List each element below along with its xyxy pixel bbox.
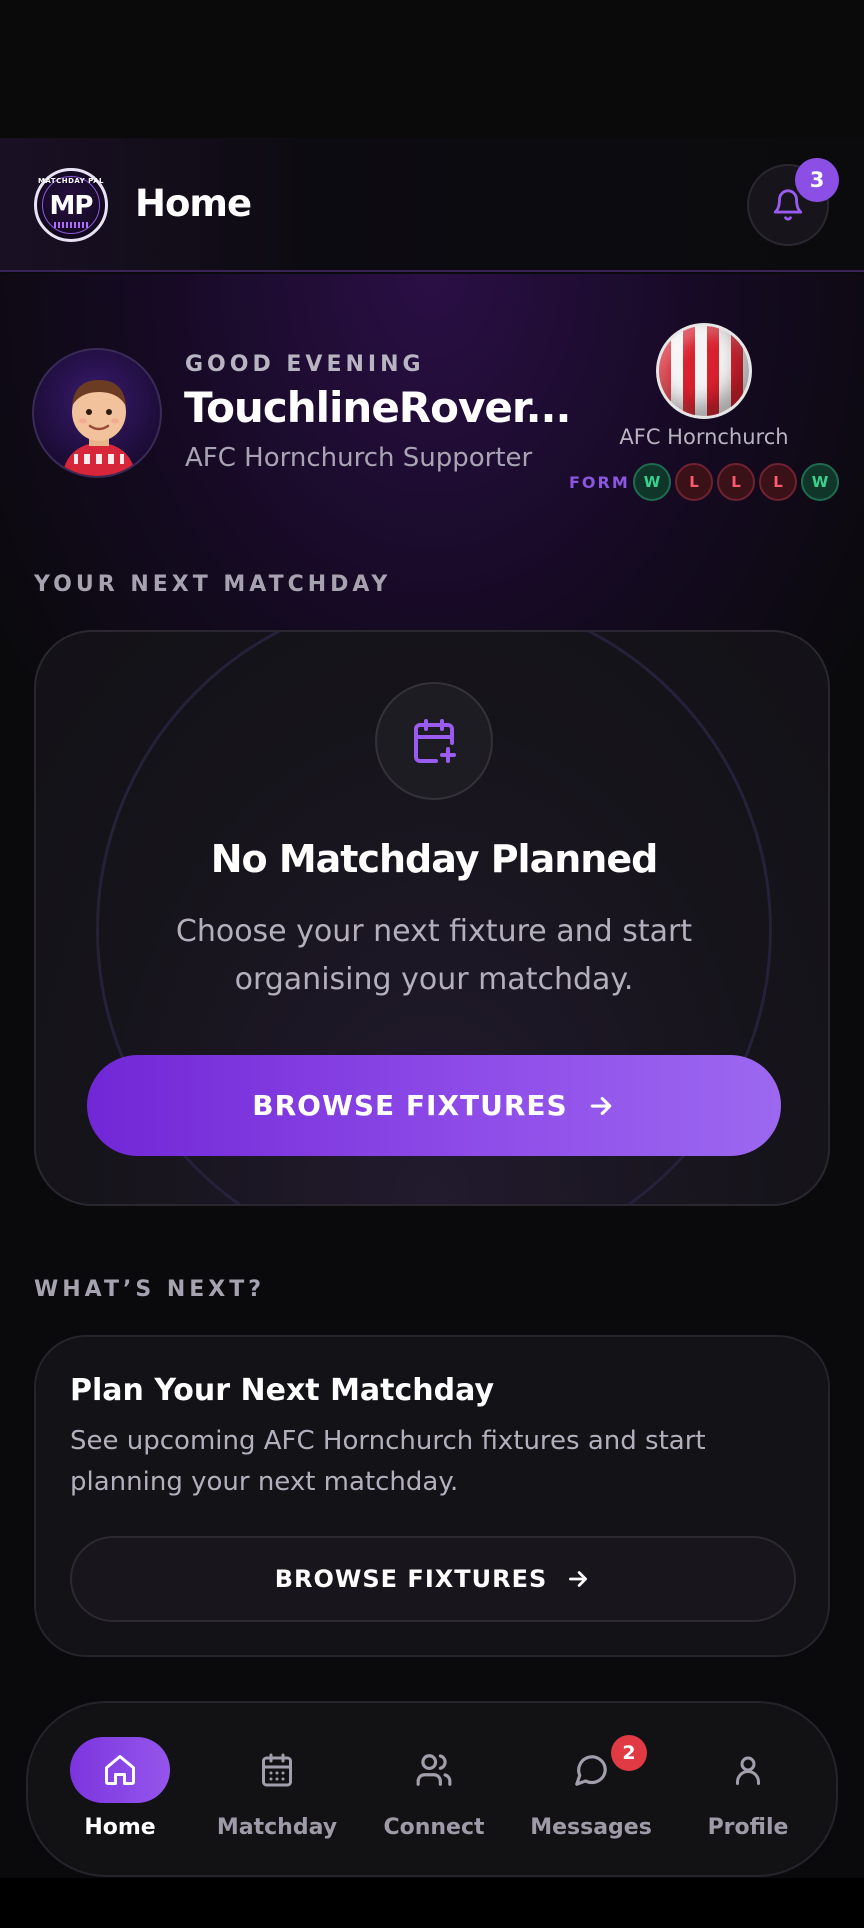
app-header: MATCHDAY PAL MP Home 3 (0, 138, 864, 272)
plan-matchday-card: Plan Your Next Matchday See upcoming AFC… (34, 1335, 830, 1657)
browse-fixtures-secondary-button[interactable]: BROWSE FIXTURES (70, 1536, 796, 1622)
plan-title: Plan Your Next Matchday (70, 1373, 495, 1408)
avatar[interactable] (32, 348, 162, 478)
avatar-illustration (62, 380, 136, 476)
arrow-right-icon (590, 1096, 612, 1115)
nav-label: Connect (383, 1815, 485, 1840)
no-matchday-title: No Matchday Planned (210, 837, 659, 881)
bottom-nav: Home Matchday Connect 2 Messages Profile (26, 1701, 838, 1877)
form-result: L (759, 463, 797, 501)
nav-label: Messages (530, 1815, 652, 1840)
username: TouchlineRover... (184, 383, 571, 432)
form-result: W (801, 463, 839, 501)
messages-count-badge: 2 (611, 1735, 647, 1771)
users-icon (416, 1754, 452, 1786)
form-result: L (675, 463, 713, 501)
nav-item-home[interactable]: Home (40, 1703, 200, 1879)
supporter-text: AFC Hornchurch Supporter (185, 443, 533, 473)
chat-icon (575, 1755, 607, 1786)
nav-label: Matchday (216, 1815, 338, 1840)
nav-item-matchday[interactable]: Matchday (197, 1703, 357, 1879)
app-logo[interactable]: MATCHDAY PAL MP (34, 168, 108, 242)
nav-label: Home (84, 1815, 156, 1840)
logo-text: MP (49, 191, 94, 221)
club-name: AFC Hornchurch (619, 425, 789, 449)
section-label-next-matchday: YOUR NEXT MATCHDAY (34, 572, 392, 597)
nav-icon-pill (698, 1737, 798, 1803)
logo-equalizer (54, 222, 88, 228)
calendar-add-icon (414, 719, 456, 763)
logo-arc-text: MATCHDAY PAL (37, 177, 105, 185)
page-title: Home (135, 182, 252, 225)
calendar-icon (262, 1753, 292, 1787)
home-icon (105, 1755, 135, 1785)
form-result: W (633, 463, 671, 501)
next-matchday-card: No Matchday Planned Choose your next fix… (34, 630, 830, 1206)
nav-icon-pill (227, 1737, 327, 1803)
form-result: L (717, 463, 755, 501)
form-results: W L L L W (633, 463, 839, 501)
browse-fixtures-secondary-label: BROWSE FIXTURES (274, 1565, 548, 1593)
nav-icon-pill (384, 1737, 484, 1803)
no-matchday-text: Choose your next fixture and start organ… (175, 914, 693, 997)
nav-icon-pill (70, 1737, 170, 1803)
calendar-add-badge (375, 682, 493, 800)
user-icon (736, 1756, 760, 1785)
section-label-whats-next: WHAT’S NEXT? (34, 1277, 266, 1302)
status-bar-area (0, 0, 864, 138)
browse-fixtures-button[interactable]: BROWSE FIXTURES (87, 1055, 781, 1156)
nav-item-profile[interactable]: Profile (668, 1703, 828, 1879)
plan-text: See upcoming AFC Hornchurch fixtures and… (70, 1426, 706, 1497)
form-label: FORM (569, 473, 630, 492)
notification-count-badge: 3 (795, 158, 839, 202)
arrow-right-icon (569, 1571, 588, 1587)
greeting-text: GOOD EVENING (185, 352, 425, 377)
nav-item-messages[interactable]: 2 Messages (511, 1703, 671, 1879)
nav-label: Profile (707, 1815, 789, 1840)
browse-fixtures-label: BROWSE FIXTURES (252, 1089, 568, 1122)
system-nav-strip (0, 1878, 864, 1928)
nav-item-connect[interactable]: Connect (354, 1703, 514, 1879)
club-crest[interactable] (656, 323, 752, 419)
